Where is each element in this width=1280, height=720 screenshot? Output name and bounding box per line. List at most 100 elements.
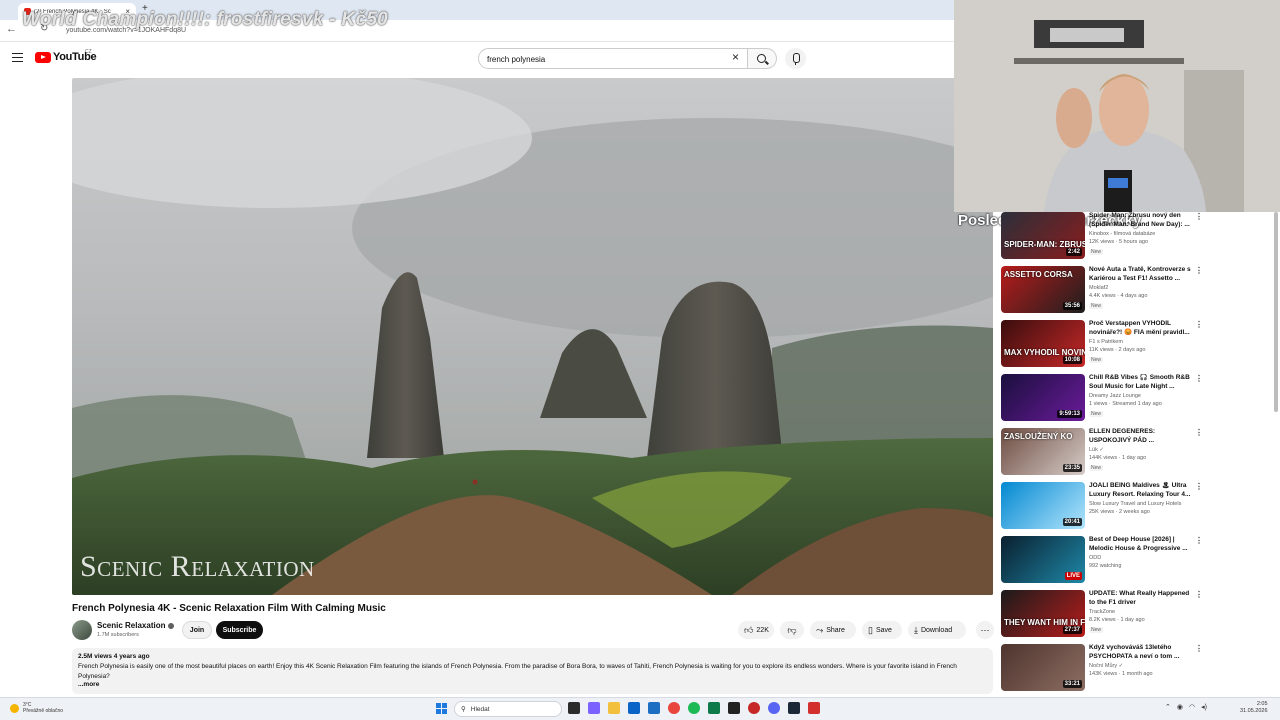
recommendation-title[interactable]: ELLEN DEGENERES: USPOKOJIVÝ PÁD ...	[1089, 428, 1193, 445]
more-options-icon[interactable]: ⋮	[1195, 537, 1203, 545]
obs-icon[interactable]	[748, 702, 760, 714]
more-options-icon[interactable]: ⋮	[1195, 321, 1203, 329]
download-button[interactable]: ⤓ Download	[908, 621, 966, 639]
taskbar-clock[interactable]: 2:05 31.05.2026	[1240, 701, 1268, 715]
more-options-icon[interactable]: ⋮	[1195, 483, 1203, 491]
hamburger-menu-icon[interactable]	[12, 53, 23, 62]
recommendation-title[interactable]: Proč Verstappen VYHODIL novináře?! 😡 FIA…	[1089, 320, 1193, 337]
channel-avatar[interactable]	[72, 620, 92, 640]
clear-search-icon[interactable]: ×	[732, 50, 739, 64]
recommendation-item[interactable]: THEY WANT HIM IN F1 27:37 UPDATE: What Rea…	[1001, 590, 1206, 640]
capcut-icon[interactable]	[728, 702, 740, 714]
windows-start-icon[interactable]	[436, 703, 447, 714]
recommendation-channel[interactable]: TrackZone	[1089, 609, 1115, 615]
mail-icon[interactable]	[808, 702, 820, 714]
recommendation-item[interactable]: 9:59:13 Chill R&B Vibes 🎧 Smooth R&B Soul…	[1001, 374, 1206, 424]
store-icon[interactable]	[628, 702, 640, 714]
spotify-icon[interactable]	[688, 702, 700, 714]
search-button[interactable]	[748, 48, 777, 69]
recommendation-thumbnail[interactable]: 9:59:13	[1001, 374, 1085, 421]
voice-search-microphone-icon[interactable]	[785, 48, 806, 69]
search-input[interactable]	[487, 53, 717, 65]
recommendation-item[interactable]: 20:41 JOALI BEING Maldives 🏝 Ultra Luxury…	[1001, 482, 1206, 532]
description-box[interactable]: 2.5M views 4 years ago French Polynesia …	[72, 648, 993, 694]
recommendation-channel[interactable]: F1 s Patrikem	[1089, 339, 1123, 345]
recommendation-title[interactable]: Nové Auta a Tratě, Kontroverze s Kariéro…	[1089, 266, 1193, 283]
share-arrow-icon: ⤳	[816, 624, 824, 635]
recommendation-thumbnail[interactable]: ASSETTO CORSA 35:56	[1001, 266, 1085, 313]
save-button[interactable]: ▯ Save	[862, 621, 902, 639]
recommendation-item[interactable]: ZASLOUŽENÝ KO 23:35 ELLEN DEGENERES: USPOK…	[1001, 428, 1206, 478]
channel-name[interactable]: Scenic Relaxation	[97, 621, 175, 630]
save-label: Save	[875, 626, 892, 634]
recommendation-item[interactable]: SPIDER-MAN: ZBRUSU NOVÝ DEN2:42Spider-Ma…	[1001, 212, 1206, 262]
recommendation-channel[interactable]: Lük ✓	[1089, 447, 1104, 453]
description-text: French Polynesia is easily one of the mo…	[78, 663, 957, 680]
download-icon: ⤓	[914, 624, 918, 635]
recommendation-channel[interactable]: Kinobox - filmová databáze	[1089, 231, 1155, 237]
recommendation-item[interactable]: MAX VYHODIL NOVINÁ 10:08 Proč Verstappen V…	[1001, 320, 1206, 370]
recommendation-thumbnail[interactable]: ZASLOUŽENÝ KO 23:35	[1001, 428, 1085, 475]
webcam-image	[954, 0, 1280, 212]
recommendation-channel[interactable]: Noční Můry ✓	[1089, 663, 1123, 669]
recommendation-channel[interactable]: Dreamy Jazz Lounge	[1089, 393, 1141, 399]
file-explorer-icon[interactable]	[608, 702, 620, 714]
video-player[interactable]: Scenic Relaxation	[72, 78, 993, 595]
more-options-icon[interactable]: ⋮	[1195, 213, 1203, 221]
recommendation-thumbnail[interactable]: THEY WANT HIM IN F1 27:37	[1001, 590, 1085, 637]
recommendation-title[interactable]: Best of Deep House [2026] | Melodic Hous…	[1089, 536, 1193, 553]
excel-icon[interactable]	[708, 702, 720, 714]
recommendation-item[interactable]: 33:21 Když vychováváš 13letého PSYCHOPATA…	[1001, 644, 1206, 694]
outlook-icon[interactable]	[648, 702, 660, 714]
more-actions-icon[interactable]: ⋯	[976, 621, 994, 639]
recommendation-thumbnail[interactable]: 33:21	[1001, 644, 1085, 691]
copilot-icon[interactable]	[588, 702, 600, 714]
recommendation-item[interactable]: LIVE Best of Deep House [2026] | Melodic …	[1001, 536, 1206, 586]
share-button[interactable]: ⤳ Share	[810, 621, 856, 639]
back-arrow-icon[interactable]: ←	[6, 23, 17, 35]
recommendation-title[interactable]: Spider-Man: Zbrusu nový den (Spider-Man:…	[1089, 212, 1193, 229]
sidebar-scrollbar[interactable]	[1274, 212, 1278, 412]
tray-volume-icon[interactable]: ◂)	[1201, 703, 1207, 711]
recommendation-channel[interactable]: ODD	[1089, 555, 1101, 561]
chrome-icon[interactable]	[668, 702, 680, 714]
recommendation-channel[interactable]: Moklaf2	[1089, 285, 1108, 291]
windows-taskbar: 3°C Převážně oblačno ⚲ Hledat ⌃ ◉ ◠ ◂) 2…	[0, 697, 1280, 720]
thumbnail-caption: ZASLOUŽENÝ KO	[1004, 432, 1073, 441]
recommendation-thumbnail[interactable]: 20:41	[1001, 482, 1085, 529]
recommendation-title[interactable]: Chill R&B Vibes 🎧 Smooth R&B Soul Music …	[1089, 374, 1193, 391]
recommendation-item[interactable]: ASSETTO CORSA 35:56 Nové Auta a Tratě, Kon…	[1001, 266, 1206, 316]
show-more-link[interactable]: ...more	[78, 681, 987, 688]
more-options-icon[interactable]: ⋮	[1195, 375, 1203, 383]
taskbar-search[interactable]: ⚲ Hledat	[454, 701, 562, 717]
like-button[interactable]: 👍︎ 22K	[738, 621, 774, 639]
recommendation-meta: 992 watching	[1089, 563, 1122, 569]
steam-icon[interactable]	[788, 702, 800, 714]
more-options-icon[interactable]: ⋮	[1195, 429, 1203, 437]
subscriber-count: 1.7M subscribers	[97, 632, 139, 638]
youtube-logo[interactable]: YouTube CZ	[35, 49, 97, 63]
recommendation-thumbnail[interactable]: LIVE	[1001, 536, 1085, 583]
task-view-icon[interactable]	[568, 702, 580, 714]
recommendation-channel[interactable]: Slow Luxury Travel and Luxury Hotels	[1089, 501, 1181, 507]
recommendation-title[interactable]: JOALI BEING Maldives 🏝 Ultra Luxury Reso…	[1089, 482, 1193, 499]
channel-name-text: Scenic Relaxation	[97, 621, 166, 630]
recommendation-thumbnail[interactable]: MAX VYHODIL NOVINÁ 10:08	[1001, 320, 1085, 367]
more-options-icon[interactable]: ⋮	[1195, 267, 1203, 275]
more-options-icon[interactable]: ⋮	[1195, 591, 1203, 599]
recommendation-meta: 143K views · 1 month ago	[1089, 671, 1153, 677]
tray-network-icon[interactable]: ◉	[1177, 703, 1183, 711]
system-tray: ⌃ ◉ ◠ ◂)	[1165, 703, 1207, 711]
recommendation-title[interactable]: UPDATE: What Really Happened to the F1 d…	[1089, 590, 1193, 607]
recommendation-thumbnail[interactable]: SPIDER-MAN: ZBRUSU NOVÝ DEN2:42	[1001, 212, 1085, 259]
more-options-icon[interactable]: ⋮	[1195, 645, 1203, 653]
tray-chevron-icon[interactable]: ⌃	[1165, 703, 1171, 711]
weather-widget[interactable]: 3°C Převážně oblačno	[10, 702, 63, 714]
join-button[interactable]: Join	[182, 621, 212, 639]
discord-icon[interactable]	[768, 702, 780, 714]
recommendation-title[interactable]: Když vychováváš 13letého PSYCHOPATA a ne…	[1089, 644, 1193, 661]
dislike-button[interactable]: 👎︎	[780, 621, 804, 639]
youtube-header: YouTube CZ ×	[0, 42, 954, 76]
subscribe-button[interactable]: Subscribe	[216, 621, 263, 639]
tray-wifi-icon[interactable]: ◠	[1189, 703, 1195, 711]
